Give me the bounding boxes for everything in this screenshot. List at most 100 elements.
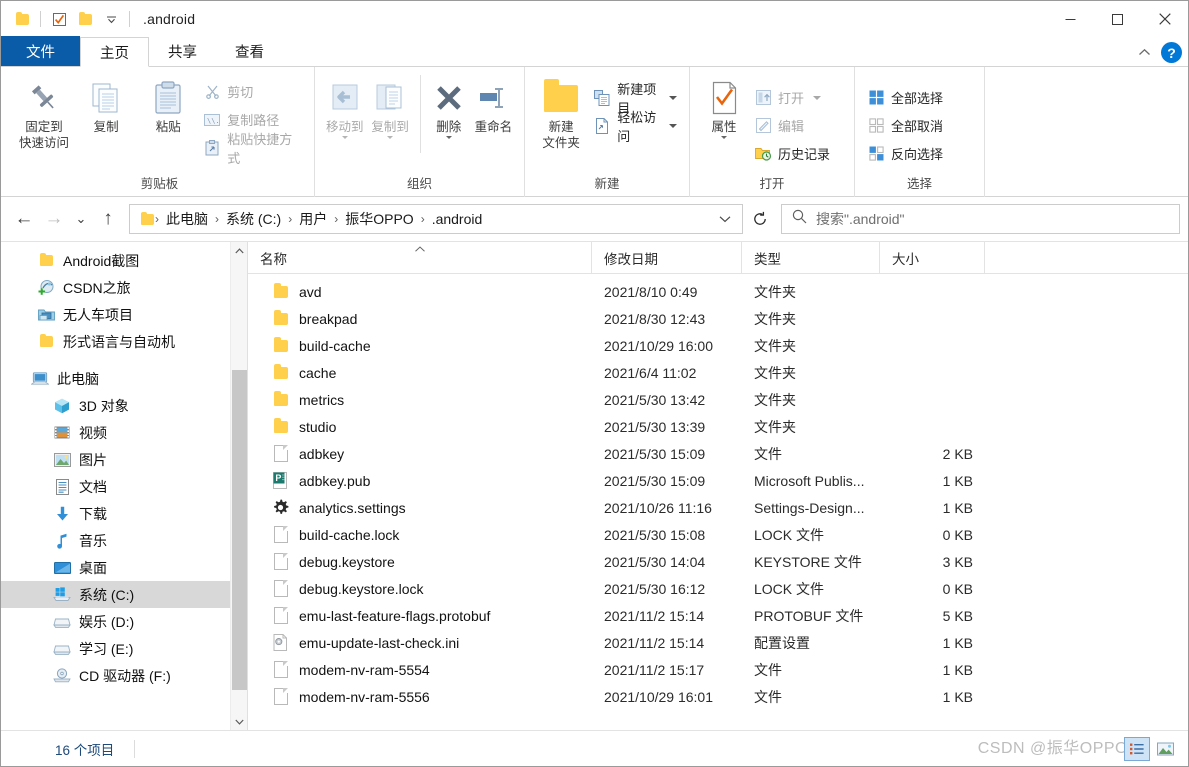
- refresh-button[interactable]: [745, 204, 775, 234]
- table-row[interactable]: Padbkey.pub2021/5/30 15:09Microsoft Publ…: [248, 467, 1188, 494]
- chevron-down-icon[interactable]: [387, 136, 393, 139]
- cell-type: Settings-Design...: [742, 500, 880, 516]
- table-row[interactable]: adbkey2021/5/30 15:09文件2 KB: [248, 440, 1188, 467]
- history-button[interactable]: 历史记录: [750, 141, 834, 166]
- rename-button[interactable]: 重命名: [471, 73, 516, 135]
- invert-selection-button[interactable]: 反向选择: [863, 141, 947, 166]
- forward-button[interactable]: →: [39, 204, 69, 234]
- chevron-down-icon[interactable]: [342, 136, 348, 139]
- sidebar-item-drive-c[interactable]: 系统 (C:): [1, 581, 247, 608]
- breadcrumb-item-3[interactable]: 振华OPPO: [339, 209, 419, 229]
- tab-home[interactable]: 主页: [80, 37, 149, 67]
- table-row[interactable]: build-cache2021/10/29 16:00文件夹: [248, 332, 1188, 359]
- copy-to-button[interactable]: 复制到: [368, 73, 411, 139]
- sidebar-item-pictures[interactable]: 图片: [1, 446, 247, 473]
- close-button[interactable]: [1141, 1, 1188, 37]
- move-to-button[interactable]: 移动到: [323, 73, 366, 139]
- table-row[interactable]: analytics.settings2021/10/26 11:16Settin…: [248, 494, 1188, 521]
- sidebar-item-music[interactable]: 音乐: [1, 527, 247, 554]
- sidebar-item-this-pc[interactable]: 此电脑: [1, 365, 247, 392]
- sidebar-item-drive-d[interactable]: 娱乐 (D:): [1, 608, 247, 635]
- sidebar-scrollbar[interactable]: [230, 242, 247, 730]
- new-folder-button[interactable]: 新建 文件夹: [533, 73, 589, 151]
- sidebar-item-downloads[interactable]: 下载: [1, 500, 247, 527]
- address-dropdown-icon[interactable]: [712, 205, 738, 233]
- column-header-type[interactable]: 类型: [742, 242, 880, 273]
- table-row[interactable]: modem-nv-ram-55562021/10/29 16:01文件1 KB: [248, 683, 1188, 710]
- sidebar-item-android-screenshots[interactable]: Android截图: [1, 247, 247, 274]
- file-rows: avd2021/8/10 0:49文件夹breakpad2021/8/30 12…: [248, 274, 1188, 730]
- system-menu-folder-icon[interactable]: [9, 6, 35, 32]
- search-input[interactable]: 搜索".android": [816, 209, 905, 229]
- chevron-down-icon[interactable]: [669, 124, 677, 128]
- paste-button[interactable]: 粘贴: [137, 73, 199, 135]
- tab-view[interactable]: 查看: [216, 36, 283, 66]
- sidebar-item-desktop[interactable]: 桌面: [1, 554, 247, 581]
- table-row[interactable]: build-cache.lock2021/5/30 15:08LOCK 文件0 …: [248, 521, 1188, 548]
- breadcrumb-item-1[interactable]: 系统 (C:): [220, 209, 287, 229]
- maximize-button[interactable]: [1094, 1, 1141, 37]
- column-header-date-modified[interactable]: 修改日期: [592, 242, 742, 273]
- sidebar-item-cd-drive-f[interactable]: CD 驱动器 (F:): [1, 662, 247, 689]
- column-header-name[interactable]: 名称: [248, 242, 592, 273]
- table-row[interactable]: metrics2021/5/30 13:42文件夹: [248, 386, 1188, 413]
- minimize-button[interactable]: [1047, 1, 1094, 37]
- edit-button[interactable]: 编辑: [750, 113, 834, 138]
- properties-button[interactable]: 属性: [698, 73, 750, 139]
- open-button[interactable]: 打开: [750, 85, 834, 110]
- select-all-button[interactable]: 全部选择: [863, 85, 947, 110]
- chevron-down-icon[interactable]: [813, 96, 821, 100]
- copy-button[interactable]: 复制: [75, 73, 137, 135]
- tab-file[interactable]: 文件: [1, 36, 80, 66]
- recent-locations-button[interactable]: ⌄: [69, 204, 93, 234]
- customize-quick-access-dropdown[interactable]: [98, 6, 124, 32]
- properties-check-icon[interactable]: [46, 6, 72, 32]
- column-header-size[interactable]: 大小: [880, 242, 985, 273]
- table-row[interactable]: emu-update-last-check.ini2021/11/2 15:14…: [248, 629, 1188, 656]
- breadcrumb-item-2[interactable]: 用户: [293, 209, 333, 229]
- tab-share[interactable]: 共享: [149, 36, 216, 66]
- table-row[interactable]: breakpad2021/8/30 12:43文件夹: [248, 305, 1188, 332]
- table-row[interactable]: modem-nv-ram-55542021/11/2 15:17文件1 KB: [248, 656, 1188, 683]
- chevron-down-icon[interactable]: [721, 136, 727, 139]
- sidebar-item-drive-e[interactable]: 学习 (E:): [1, 635, 247, 662]
- pin-to-quick-access-button[interactable]: 固定到 快速访问: [13, 73, 75, 151]
- table-row[interactable]: debug.keystore2021/5/30 14:04KEYSTORE 文件…: [248, 548, 1188, 575]
- table-row[interactable]: emu-last-feature-flags.protobuf2021/11/2…: [248, 602, 1188, 629]
- sidebar-scrollbar-thumb[interactable]: [232, 370, 247, 690]
- sidebar-item-csdn[interactable]: CSDN之旅: [1, 274, 247, 301]
- breadcrumb-item-0[interactable]: 此电脑: [160, 209, 214, 229]
- new-folder-icon[interactable]: [72, 6, 98, 32]
- easy-access-button[interactable]: 轻松访问: [589, 113, 681, 138]
- table-row[interactable]: avd2021/8/10 0:49文件夹: [248, 278, 1188, 305]
- breadcrumb-bar[interactable]: › 此电脑 › 系统 (C:) › 用户 › 振华OPPO › .android: [129, 204, 743, 234]
- table-row[interactable]: cache2021/6/4 11:02文件夹: [248, 359, 1188, 386]
- sidebar-item-formal-language[interactable]: 形式语言与自动机: [1, 328, 247, 355]
- select-none-button[interactable]: 全部取消: [863, 113, 947, 138]
- table-row[interactable]: debug.keystore.lock2021/5/30 16:12LOCK 文…: [248, 575, 1188, 602]
- paste-shortcut-button[interactable]: 粘贴快捷方式: [199, 135, 306, 160]
- breadcrumb-folder-icon[interactable]: [139, 214, 154, 225]
- sidebar-item-unmanned-vehicle[interactable]: 无人车项目: [1, 301, 247, 328]
- search-box[interactable]: 搜索".android": [781, 204, 1180, 234]
- sidebar-item-videos[interactable]: 视频: [1, 419, 247, 446]
- collapse-ribbon-chevron-icon[interactable]: [1138, 44, 1151, 62]
- breadcrumb-item-4[interactable]: .android: [426, 211, 489, 227]
- open-mini-commands: 打开 编辑: [750, 73, 834, 166]
- scroll-up-arrow-icon[interactable]: [231, 242, 247, 259]
- back-button[interactable]: ←: [9, 204, 39, 234]
- cell-type: LOCK 文件: [742, 525, 880, 545]
- cell-type: 文件夹: [742, 336, 880, 356]
- table-row[interactable]: studio2021/5/30 13:39文件夹: [248, 413, 1188, 440]
- scroll-down-arrow-icon[interactable]: [231, 713, 247, 730]
- chevron-down-icon[interactable]: [669, 96, 677, 100]
- help-button[interactable]: ?: [1161, 42, 1182, 63]
- cut-button[interactable]: 剪切: [199, 79, 306, 104]
- sidebar-item-3d-objects[interactable]: 3D 对象: [1, 392, 247, 419]
- sidebar-item-documents[interactable]: 文档: [1, 473, 247, 500]
- delete-button[interactable]: 删除: [429, 73, 469, 139]
- up-button[interactable]: ↑: [93, 204, 123, 234]
- chevron-down-icon[interactable]: [446, 136, 452, 139]
- details-view-button[interactable]: [1124, 737, 1150, 761]
- large-icons-view-button[interactable]: [1152, 737, 1178, 761]
